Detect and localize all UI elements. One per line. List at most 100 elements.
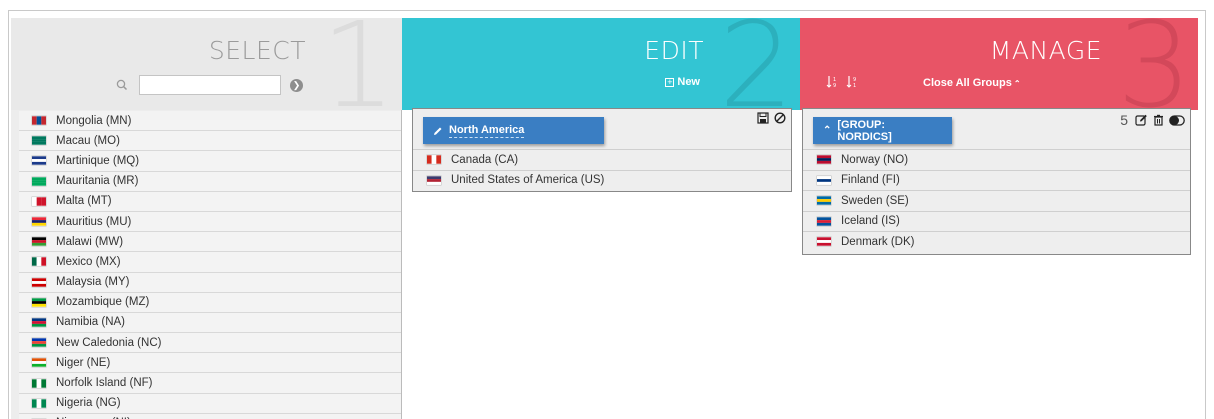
svg-text:1: 1 — [853, 83, 856, 88]
country-label: Malta (MT) — [56, 195, 112, 208]
manage-title: MANAGE — [989, 36, 1102, 65]
list-item[interactable]: Norfolk Island (NF) — [19, 373, 401, 394]
flag-icon — [427, 176, 441, 185]
edit-group-title[interactable]: North America — [423, 117, 604, 144]
country-label: Finland (FI) — [841, 174, 900, 187]
group-item[interactable]: Finland (FI) — [803, 169, 1190, 191]
group-count: 5 — [1120, 112, 1128, 128]
edit-group-panel: North America Canada (CA) United States o… — [412, 108, 792, 192]
flag-icon — [817, 196, 831, 205]
sort-ascending-icon[interactable]: 19 — [826, 75, 838, 88]
search-icon — [116, 79, 128, 91]
list-item[interactable]: Malaysia (MY) — [19, 272, 401, 293]
country-label: Macau (MO) — [56, 134, 120, 147]
search-bar: ❯ — [115, 75, 303, 95]
list-item[interactable]: Martinique (MQ) — [19, 151, 401, 172]
chevron-up-icon: ⌃ — [823, 125, 832, 136]
list-item[interactable]: Mauritius (MU) — [19, 211, 401, 233]
country-label: Norway (NO) — [841, 153, 909, 166]
country-label: Canada (CA) — [451, 153, 519, 166]
flag-icon — [817, 217, 831, 226]
flag-icon — [32, 378, 46, 388]
list-item[interactable]: New Caledonia (NC) — [19, 333, 401, 354]
country-label: Martinique (MQ) — [56, 154, 140, 167]
group-item[interactable]: Iceland (IS) — [803, 210, 1190, 232]
group-item[interactable]: United States of America (US) — [413, 169, 791, 191]
group-item[interactable]: Sweden (SE) — [803, 190, 1190, 211]
manage-group-title[interactable]: ⌃ [GROUP: NORDICS] — [813, 117, 952, 144]
country-label: Denmark (DK) — [841, 235, 915, 248]
toggle-icon[interactable] — [1169, 114, 1185, 126]
country-label: Sweden (SE) — [841, 194, 909, 207]
list-item[interactable]: Malawi (MW) — [19, 232, 401, 253]
country-label: Mongolia (MN) — [56, 114, 132, 127]
country-label: Mozambique (MZ) — [56, 296, 150, 309]
step-number-edit: 2 — [718, 18, 794, 110]
country-label: Nigeria (NG) — [56, 397, 121, 410]
list-item[interactable]: Mexico (MX) — [19, 252, 401, 273]
flag-icon — [32, 277, 46, 287]
flag-icon — [32, 176, 46, 186]
list-item[interactable]: Niger (NE) — [19, 353, 401, 374]
flag-icon — [817, 237, 831, 246]
country-list[interactable]: Mongolia (MN) Macau (MO) Martinique (MQ) Ma… — [11, 110, 402, 419]
close-all-groups-button[interactable]: Close All Groups ⌃ — [923, 77, 1021, 89]
plus-box-icon: + — [665, 76, 675, 87]
save-icon[interactable] — [757, 112, 769, 124]
flag-icon — [32, 217, 46, 226]
list-item[interactable]: Mauritania (MR) — [19, 171, 401, 192]
new-button-label: New — [677, 76, 700, 88]
step-number-manage: 3 — [1116, 18, 1192, 110]
sort-controls: 19 91 — [826, 75, 858, 88]
list-item[interactable]: Mongolia (MN) — [19, 111, 401, 132]
edit-group-name[interactable]: North America — [449, 124, 525, 138]
close-all-label: Close All Groups — [923, 77, 1012, 89]
flag-icon — [817, 155, 831, 164]
flag-icon — [32, 298, 46, 307]
country-label: Mexico (MX) — [56, 255, 121, 268]
flag-icon — [32, 399, 46, 408]
country-label: Mauritius (MU) — [56, 215, 132, 228]
search-input[interactable] — [139, 75, 281, 95]
list-item[interactable]: Nigeria (NG) — [19, 393, 401, 414]
list-item[interactable]: Malta (MT) — [19, 191, 401, 212]
edit-title: EDIT — [644, 36, 704, 65]
list-item[interactable]: Namibia (NA) — [19, 312, 401, 334]
country-label: Norfolk Island (NF) — [56, 377, 153, 390]
select-header: 1 SELECT ❯ — [11, 18, 402, 110]
group-item[interactable]: Canada (CA) — [413, 149, 791, 170]
country-label: Namibia (NA) — [56, 316, 126, 329]
go-arrow-icon[interactable]: ❯ — [290, 78, 303, 92]
country-label: United States of America (US) — [451, 174, 605, 187]
flag-icon — [32, 257, 46, 267]
country-label: Mauritania (MR) — [56, 175, 139, 188]
edit-icon[interactable] — [1135, 114, 1148, 126]
flag-icon — [32, 197, 46, 206]
flag-icon — [32, 358, 46, 368]
select-title: SELECT — [208, 36, 306, 65]
country-label: Malaysia (MY) — [56, 276, 130, 289]
group-item[interactable]: Norway (NO) — [803, 149, 1190, 170]
country-label: Niger (NE) — [56, 356, 111, 369]
flag-icon — [32, 318, 46, 327]
list-item[interactable]: Mozambique (MZ) — [19, 292, 401, 313]
edit-panel-tools — [757, 112, 786, 124]
country-label: Malawi (MW) — [56, 235, 124, 248]
sort-descending-icon[interactable]: 91 — [846, 75, 858, 88]
trash-icon[interactable] — [1153, 114, 1164, 126]
svg-text:9: 9 — [833, 83, 836, 88]
manage-panel-tools: 5 — [1120, 112, 1185, 128]
pencil-icon — [434, 127, 442, 135]
flag-icon — [32, 116, 46, 125]
new-group-button[interactable]: + New — [665, 76, 700, 88]
flag-icon — [32, 237, 46, 246]
step-number-select: 1 — [320, 18, 396, 110]
flag-icon — [32, 338, 46, 347]
group-item[interactable]: Denmark (DK) — [803, 231, 1190, 252]
list-item[interactable]: Macau (MO) — [19, 131, 401, 152]
cancel-icon[interactable] — [774, 112, 786, 124]
flag-icon — [32, 136, 46, 145]
list-item[interactable]: Nicaragua (NI) — [19, 413, 401, 419]
flag-icon — [32, 156, 46, 166]
country-label: New Caledonia (NC) — [56, 336, 162, 349]
